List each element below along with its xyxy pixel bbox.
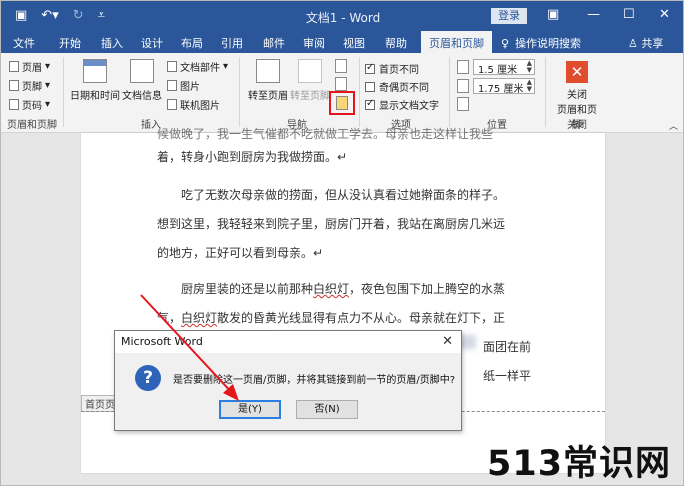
word-window: ▣ ↶▾ ↻ ⩡ 文档1 - Word 登录 ▣ — ☐ ✕ 文件 开始 插入 … bbox=[0, 0, 684, 486]
annotation-arrow bbox=[140, 294, 239, 401]
arrow-shaft bbox=[140, 294, 236, 397]
site-watermark: 513常识网 bbox=[487, 444, 672, 484]
